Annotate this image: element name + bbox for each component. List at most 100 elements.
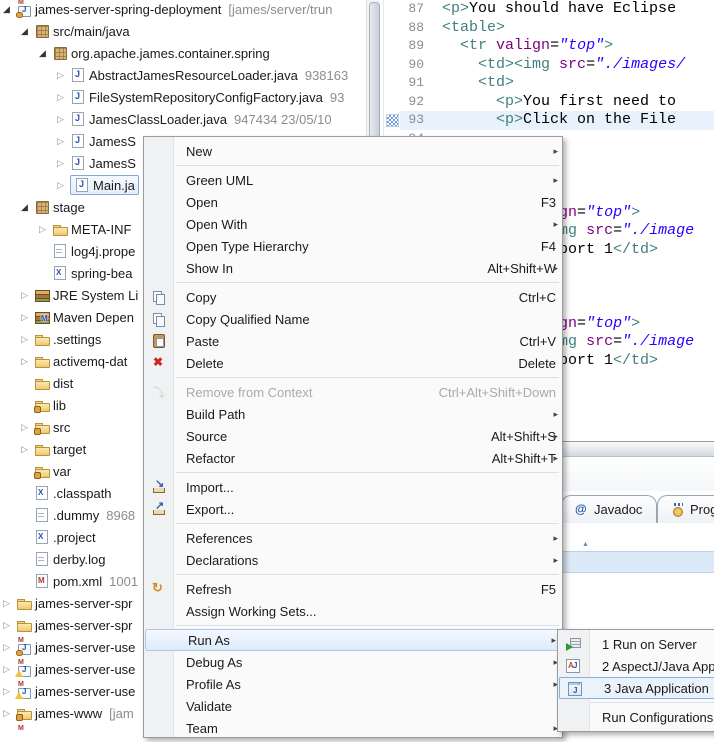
- export-icon: ↗: [151, 501, 167, 517]
- menu-item-label: Paste: [186, 334, 219, 349]
- tab-progress[interactable]: Progre: [657, 495, 714, 523]
- tree-item[interactable]: ◢org.apache.james.container.spring: [0, 42, 380, 64]
- code-text: <td>: [430, 74, 714, 93]
- expanded-arrow-icon[interactable]: ◢: [21, 20, 34, 42]
- code-line[interactable]: 92 <p>You first need to: [384, 93, 714, 112]
- menu-item-export[interactable]: ↗ Export...: [144, 498, 562, 520]
- code-line[interactable]: 93 <p>Click on the File: [384, 111, 714, 130]
- java-file-icon: J: [70, 67, 86, 83]
- tree-item[interactable]: ▷JAbstractJamesResourceLoader.java938163: [0, 64, 380, 86]
- menu-item-refactor[interactable]: RefactorAlt+Shift+T▸: [144, 447, 562, 469]
- collapsed-arrow-icon[interactable]: ▷: [3, 636, 16, 658]
- menu-item-open-with[interactable]: Open With▸: [144, 213, 562, 235]
- menu-item-label: Green UML: [186, 173, 253, 188]
- collapsed-arrow-icon[interactable]: ▷: [21, 416, 34, 438]
- tree-item-label: activemq-dat: [53, 354, 127, 369]
- menu-item-open-type-hierarchy[interactable]: Open Type HierarchyF4: [144, 235, 562, 257]
- collapsed-arrow-icon[interactable]: ▷: [21, 328, 34, 350]
- code-line[interactable]: 87 <p>You should have Eclipse: [384, 0, 714, 19]
- maven-java-project-icon: JM: [16, 727, 32, 732]
- menu-item-source[interactable]: SourceAlt+Shift+S▸: [144, 425, 562, 447]
- collapsed-arrow-icon[interactable]: ▷: [3, 614, 16, 636]
- maven-java-project-warning-icon: JM: [16, 661, 32, 677]
- menu-item-new[interactable]: New▸: [144, 140, 562, 162]
- menu-item-profile-as[interactable]: Profile As▸: [144, 673, 562, 695]
- collapsed-arrow-icon[interactable]: ▷: [57, 64, 70, 86]
- tree-item-label: .settings: [53, 332, 101, 347]
- menu-item-label: Export...: [186, 502, 234, 517]
- menu-item-copy-qualified-name[interactable]: Copy Qualified Name: [144, 308, 562, 330]
- expanded-arrow-icon[interactable]: ◢: [21, 196, 34, 218]
- folder-open-icon: [16, 595, 32, 611]
- collapsed-arrow-icon[interactable]: ▷: [3, 702, 16, 724]
- menu-item-run-configurations[interactable]: Run Configurations...: [558, 706, 714, 728]
- menu-item-open[interactable]: OpenF3: [144, 191, 562, 213]
- tab-progress-label: Progre: [690, 502, 714, 517]
- maven-java-project-icon: JM: [16, 1, 32, 17]
- code-line[interactable]: 88 <table>: [384, 19, 714, 38]
- sort-ascending-icon[interactable]: ▲: [582, 541, 589, 548]
- menu-item-label: Open With: [186, 217, 247, 232]
- menu-item-references[interactable]: References▸: [144, 527, 562, 549]
- collapsed-arrow-icon[interactable]: ▷: [21, 284, 34, 306]
- expanded-arrow-icon[interactable]: ◢: [39, 42, 52, 64]
- menu-item-import[interactable]: ↘Import...: [144, 476, 562, 498]
- menu-item-paste[interactable]: PasteCtrl+V: [144, 330, 562, 352]
- line-number: 91: [400, 74, 430, 93]
- expanded-arrow-icon[interactable]: ◢: [3, 0, 16, 20]
- tree-item[interactable]: ▷JJamesClassLoader.java947434 23/05/10: [0, 108, 380, 130]
- menu-item-label: Source: [186, 429, 227, 444]
- collapsed-arrow-icon[interactable]: ▷: [21, 438, 34, 460]
- menu-item-delete[interactable]: ✖DeleteDelete: [144, 352, 562, 374]
- context-menu: New▸ Green UML▸OpenF3Open With▸Open Type …: [143, 136, 563, 738]
- menu-item-3-java-application[interactable]: J3 Java Application: [559, 677, 714, 699]
- code-line[interactable]: 91 <td>: [384, 74, 714, 93]
- menu-item-label: Profile As: [186, 677, 241, 692]
- collapsed-arrow-icon[interactable]: ▷: [21, 306, 34, 328]
- code-line[interactable]: 89 <tr valign="top">: [384, 37, 714, 56]
- source-folder-package-icon: [34, 23, 50, 39]
- collapsed-arrow-icon[interactable]: ▷: [3, 592, 16, 614]
- tab-javadoc[interactable]: Javadoc: [561, 495, 657, 523]
- menu-item-green-uml[interactable]: Green UML▸: [144, 169, 562, 191]
- tree-item[interactable]: ▷JFileSystemRepositoryConfigFactory.java…: [0, 86, 380, 108]
- menu-item-declarations[interactable]: Declarations▸: [144, 549, 562, 571]
- tree-item-decoration: 93: [330, 90, 344, 105]
- menu-item-show-in[interactable]: Show InAlt+Shift+W▸: [144, 257, 562, 279]
- tree-item-decoration: 1001: [109, 574, 138, 589]
- menu-item-label: Build Path: [186, 407, 245, 422]
- menu-item-label: Debug As: [186, 655, 242, 670]
- menu-item-remove-from-context[interactable]: ⤵Remove from ContextCtrl+Alt+Shift+Down: [144, 381, 562, 403]
- code-line[interactable]: 90 <td><img src="./images/: [384, 56, 714, 75]
- jre-library-icon: [34, 287, 50, 303]
- menu-separator: [144, 279, 562, 286]
- annotation-ruler: [384, 74, 400, 93]
- menu-item-debug-as[interactable]: Debug As▸: [144, 651, 562, 673]
- menu-item-assign-working-sets[interactable]: Assign Working Sets...: [144, 600, 562, 622]
- menu-item-copy[interactable]: CopyCtrl+C: [144, 286, 562, 308]
- tree-item-label: spring-bea: [71, 266, 132, 281]
- package-folder-icon: [34, 199, 50, 215]
- collapsed-arrow-icon[interactable]: ▷: [57, 108, 70, 130]
- collapsed-arrow-icon[interactable]: ▷: [57, 86, 70, 108]
- menu-item-1-run-on-server[interactable]: 1 Run on Server: [558, 633, 714, 655]
- collapsed-arrow-icon[interactable]: ▷: [21, 350, 34, 372]
- collapsed-arrow-icon[interactable]: ▷: [57, 130, 70, 152]
- menu-item-build-path[interactable]: Build Path▸: [144, 403, 562, 425]
- tree-item[interactable]: ◢src/main/java: [0, 20, 380, 42]
- menu-item-label: 3 Java Application: [604, 681, 709, 696]
- collapsed-arrow-icon[interactable]: ▷: [57, 174, 70, 196]
- menu-item-2-aspectj-java-appli[interactable]: AJ2 AspectJ/Java Appli: [558, 655, 714, 677]
- tree-item-label: AbstractJamesResourceLoader.java: [89, 68, 298, 83]
- menu-item-validate[interactable]: Validate: [144, 695, 562, 717]
- tree-item-label: james-server-spring-deployment: [35, 2, 221, 17]
- menu-item-run-as[interactable]: Run As▸: [145, 629, 561, 651]
- menu-item-team[interactable]: Team▸: [144, 717, 562, 739]
- java-file-icon: J: [70, 111, 86, 127]
- tree-item-label: Main.ja: [93, 178, 135, 193]
- collapsed-arrow-icon[interactable]: ▷: [57, 152, 70, 174]
- menu-item-label: Assign Working Sets...: [186, 604, 317, 619]
- collapsed-arrow-icon[interactable]: ▷: [39, 218, 52, 240]
- tree-item[interactable]: ◢JMjames-server-spring-deployment[james/…: [0, 0, 369, 20]
- menu-item-refresh[interactable]: ↻RefreshF5: [144, 578, 562, 600]
